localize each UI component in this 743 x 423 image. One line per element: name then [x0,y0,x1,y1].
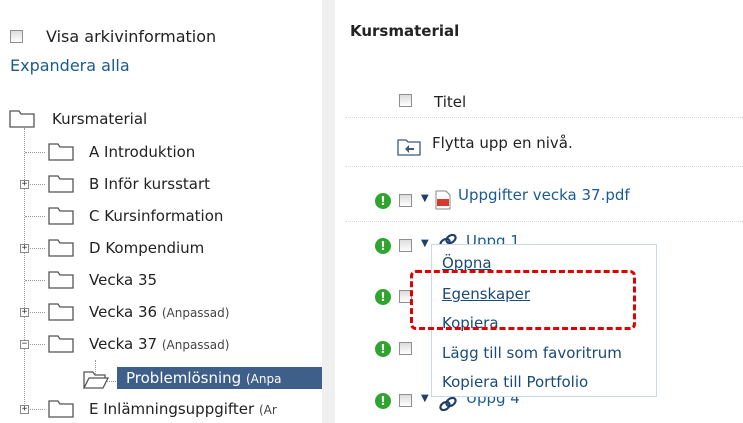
panel-divider[interactable] [322,0,335,423]
folder-icon [48,175,74,193]
folder-icon [48,207,74,225]
link-chain-icon [439,397,457,411]
folder-icon [48,271,74,289]
pdf-file-icon [435,190,451,210]
column-header-titel[interactable]: Titel [434,93,466,111]
exclamation-icon: ! [375,341,391,357]
tree-item-d-kompendium[interactable]: D Kompendium [89,239,204,257]
dropdown-arrow-icon[interactable]: ▼ [421,393,429,404]
tree-item-vecka-37[interactable]: Vecka 37 (Anpassad) [89,335,229,353]
collapse-minus-icon[interactable]: − [20,340,29,349]
file-link[interactable]: Uppg 1 [466,232,520,244]
move-up-level-link[interactable]: Flytta upp en nivå. [432,134,573,152]
row-checkbox[interactable] [399,194,412,207]
folder-icon [48,143,74,161]
tree-root-kursmaterial[interactable]: Kursmaterial [52,110,147,128]
archive-checkbox-label: Visa arkivinformation [46,27,217,46]
expand-plus-icon[interactable]: + [20,405,29,414]
exclamation-icon: ! [375,289,391,305]
expand-plus-icon[interactable]: + [20,244,29,253]
menu-item-favoritrum[interactable]: Lägg till som favoritrum [442,344,622,362]
highlight-dashed-box [410,270,636,330]
exclamation-icon: ! [375,393,391,409]
row-checkbox[interactable] [399,239,412,252]
file-link[interactable]: Uppgifter vecka 37.pdf [458,186,630,204]
folder-icon [48,303,74,321]
tree-item-vecka-35[interactable]: Vecka 35 [89,271,157,289]
open-folder-icon [83,371,109,389]
folder-up-icon[interactable] [397,138,421,156]
folder-icon [48,400,74,418]
tree-item-a-introduktion[interactable]: A Introduktion [89,143,195,161]
expand-all-link[interactable]: Expandera alla [10,56,130,75]
tree-item-e-inlamningsuppgifter[interactable]: E Inlämningsuppgifter (Ar [89,400,321,418]
expand-plus-icon[interactable]: + [20,180,29,189]
row-checkbox[interactable] [399,342,412,355]
page-title: Kursmaterial [350,22,460,40]
tree-item-vecka-36[interactable]: Vecka 36 (Anpassad) [89,303,229,321]
archive-checkbox[interactable] [10,30,23,43]
tree-item-b-infor-kursstart[interactable]: B Inför kursstart [89,175,210,193]
dropdown-arrow-icon[interactable]: ▼ [421,238,429,249]
expand-plus-icon[interactable]: + [20,308,29,317]
menu-item-kopiera-portfolio[interactable]: Kopiera till Portfolio [442,373,588,391]
exclamation-icon: ! [375,193,391,209]
folder-icon [9,110,35,128]
row-checkbox[interactable] [399,394,412,407]
folder-icon [48,335,74,353]
dropdown-arrow-icon[interactable]: ▼ [421,193,429,204]
tree-item-problemlosning[interactable]: Problemlösning (Anpa [117,367,322,389]
exclamation-icon: ! [375,238,391,254]
select-all-checkbox[interactable] [399,94,412,107]
tree-item-c-kursinformation[interactable]: C Kursinformation [89,207,223,225]
folder-icon [48,239,74,257]
